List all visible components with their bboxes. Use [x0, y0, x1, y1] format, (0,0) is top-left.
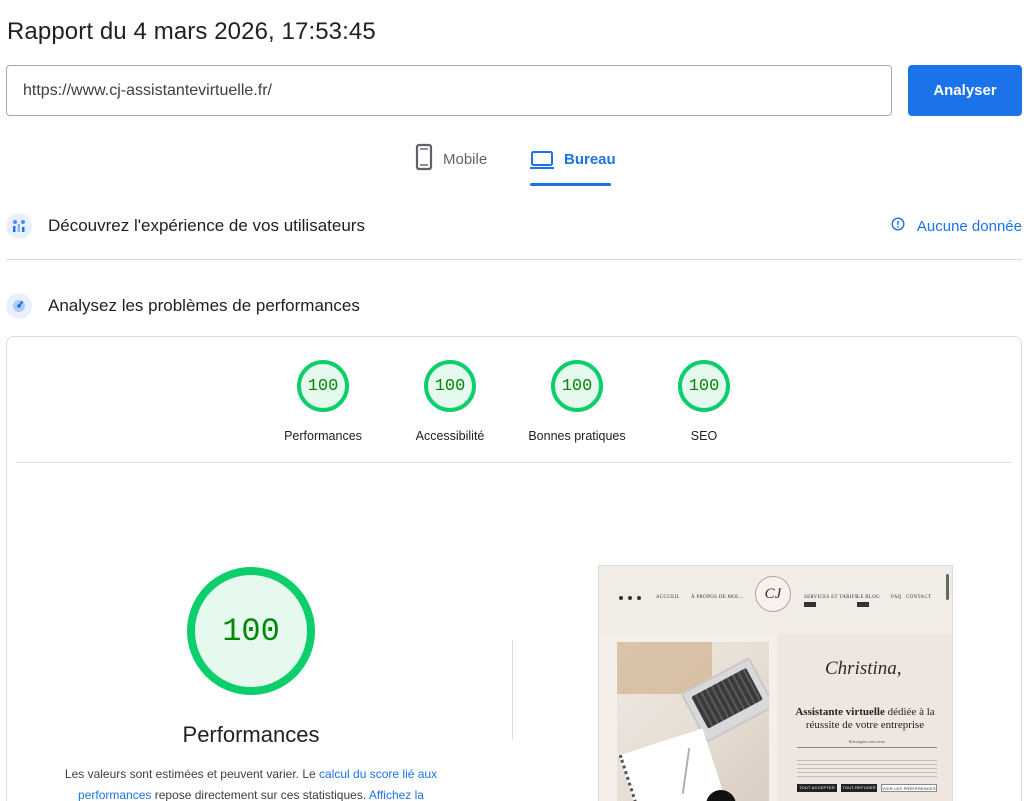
vertical-separator [512, 640, 513, 740]
thumb-flag-icon [804, 602, 816, 607]
no-data-status[interactable]: Aucune donnée [891, 217, 1022, 235]
score-gauge-seo[interactable]: 100 SEO [644, 360, 764, 443]
thumb-site-logo: CJ [755, 576, 791, 612]
laptop-icon [530, 143, 554, 178]
field-data-section: Découvrez l'expérience de vos utilisateu… [6, 209, 1022, 243]
smartphone-icon [415, 143, 433, 176]
score-value: 100 [678, 360, 730, 412]
report-title: Rapport du 4 mars 2026, 17:53:45 [7, 18, 376, 45]
thumb-headline: Assistante virtuelle dédiée à la réussit… [780, 706, 950, 732]
instagram-icon [628, 596, 632, 600]
main-score-label: Performances [182, 722, 320, 747]
main-score-gauge: 100 [187, 567, 315, 695]
score-value: 100 [297, 360, 349, 412]
tab-desktop[interactable]: Bureau [530, 143, 616, 187]
page-screenshot-thumbnail: ACCUEIL À PROPOS DE MOI... CJ SERVICES E… [598, 565, 953, 801]
score-gauge-accessibility[interactable]: 100 Accessibilité [390, 360, 510, 443]
thumb-desk-photo [617, 642, 769, 801]
thumb-flag-icon [857, 602, 869, 607]
thumb-nav-item: LE BLOG [857, 595, 881, 600]
tab-desktop-label: Bureau [564, 151, 616, 168]
speed-gauge-icon [6, 293, 32, 319]
section-divider [6, 259, 1022, 260]
lab-section: Analysez les problèmes de performances [6, 289, 1022, 323]
score-disclaimer: Les valeurs sont estimées et peuvent var… [48, 764, 454, 801]
selected-tab-indicator [530, 183, 611, 186]
info-circle-icon [891, 217, 905, 235]
disclaimer-text: Les valeurs sont estimées et peuvent var… [64, 767, 320, 781]
facebook-icon [619, 596, 623, 600]
thumb-preferences-button: VOIR LES PRÉFÉRENCES [881, 784, 937, 792]
thumb-nav-item: À PROPOS DE MOI... [691, 595, 743, 600]
users-chart-icon [6, 213, 32, 239]
thumb-form-field: Renseignez votre texte [797, 739, 937, 748]
field-data-title: Découvrez l'expérience de vos utilisateu… [48, 216, 365, 235]
score-gauge-performance[interactable]: 100 Performances [263, 360, 383, 443]
thumb-nav-item: SERVICES ET TARIFS [804, 595, 858, 600]
score-value: 100 [424, 360, 476, 412]
thumb-headline-bold: Assistante virtuelle [795, 706, 885, 718]
score-value: 100 [551, 360, 603, 412]
lab-title: Analysez les problèmes de performances [48, 296, 360, 315]
view-calculator-link[interactable]: Affichez la [369, 788, 424, 801]
gauges-divider [16, 462, 1012, 463]
url-input[interactable] [6, 65, 892, 116]
thumb-nav-item: CONTACT [906, 595, 932, 600]
tab-mobile-label: Mobile [443, 151, 488, 168]
analyze-button[interactable]: Analyser [908, 65, 1022, 116]
thumb-accept-button: TOUT ACCEPTER [797, 784, 837, 792]
score-label: SEO [690, 429, 718, 443]
score-label: Performances [284, 429, 362, 443]
tab-mobile[interactable]: Mobile [415, 143, 487, 187]
score-label: Accessibilité [415, 429, 485, 443]
score-gauge-best-practices[interactable]: 100 Bonnes pratiques [517, 360, 637, 443]
no-data-label: Aucune donnée [916, 217, 1022, 235]
thumb-script-name: Christina, [825, 658, 902, 679]
thumb-refuse-button: TOUT REFUSER [841, 784, 877, 792]
disclaimer-text-2: repose directement sur ces statistiques. [151, 788, 369, 801]
score-label: Bonnes pratiques [528, 429, 626, 443]
thumb-cookie-text [797, 760, 937, 778]
thumb-scrollbar [946, 574, 949, 600]
linkedin-icon [637, 596, 641, 600]
thumb-nav-item: FAQ [891, 595, 902, 600]
thumb-nav-item: ACCUEIL [656, 595, 680, 600]
